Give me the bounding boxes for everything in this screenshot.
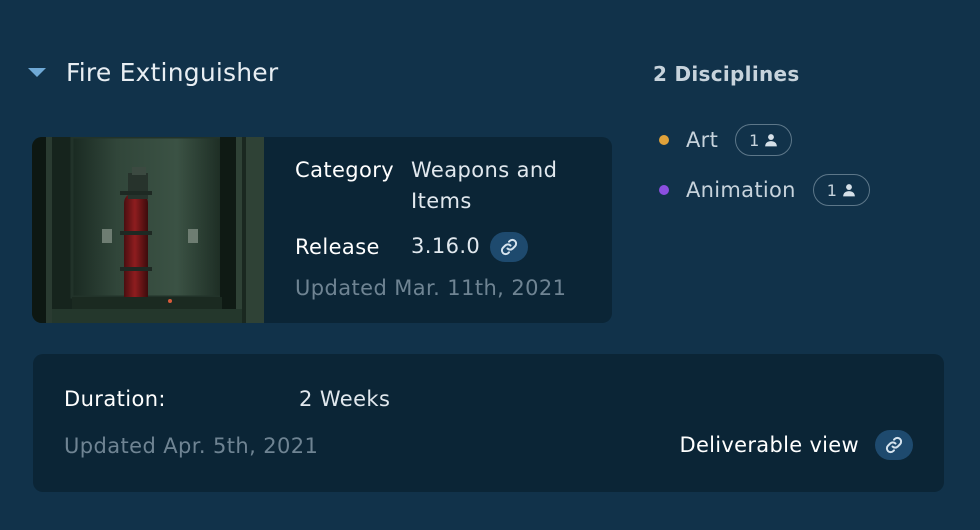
disciplines-title: 2 Disciplines <box>653 62 800 86</box>
release-label: Release <box>295 234 380 259</box>
collapse-caret-icon[interactable] <box>28 68 46 77</box>
deliverable-view-label[interactable]: Deliverable view <box>679 433 859 457</box>
link-icon <box>885 436 903 454</box>
discipline-label: Animation <box>686 178 796 202</box>
person-icon <box>765 134 778 147</box>
release-value: 3.16.0 <box>411 234 481 258</box>
release-row: Release 3.16.0 <box>295 231 581 262</box>
category-row: Category Weapons and Items <box>295 155 581 217</box>
member-count-badge[interactable]: 1 <box>735 124 793 156</box>
item-header[interactable]: Fire Extinguisher <box>28 58 278 87</box>
discipline-label: Art <box>686 128 719 152</box>
member-count: 1 <box>749 130 760 150</box>
link-icon <box>501 238 518 255</box>
category-label: Category <box>295 158 395 182</box>
deliverable-link-button[interactable] <box>875 430 913 460</box>
discipline-animation: Animation 1 <box>659 174 870 206</box>
item-thumbnail <box>32 137 264 323</box>
release-link-button[interactable] <box>490 231 529 262</box>
info-updated: Updated Mar. 11th, 2021 <box>295 276 567 300</box>
info-card: Category Weapons and Items Release 3.16.… <box>32 137 612 323</box>
duration-value: 2 Weeks <box>299 387 391 411</box>
discipline-color-dot <box>659 185 669 195</box>
discipline-color-dot <box>659 135 669 145</box>
schedule-updated: Updated Apr. 5th, 2021 <box>64 434 319 458</box>
member-count: 1 <box>826 180 837 200</box>
schedule-card: Duration: 2 Weeks Updated Apr. 5th, 2021… <box>33 354 944 492</box>
discipline-art: Art 1 <box>659 124 793 156</box>
category-value: Weapons and Items <box>411 158 558 213</box>
deliverable-view-link[interactable]: Deliverable view <box>679 430 913 460</box>
item-title: Fire Extinguisher <box>66 58 279 87</box>
person-icon <box>843 184 855 197</box>
member-count-badge[interactable]: 1 <box>812 174 870 206</box>
duration-label: Duration: <box>64 387 166 411</box>
